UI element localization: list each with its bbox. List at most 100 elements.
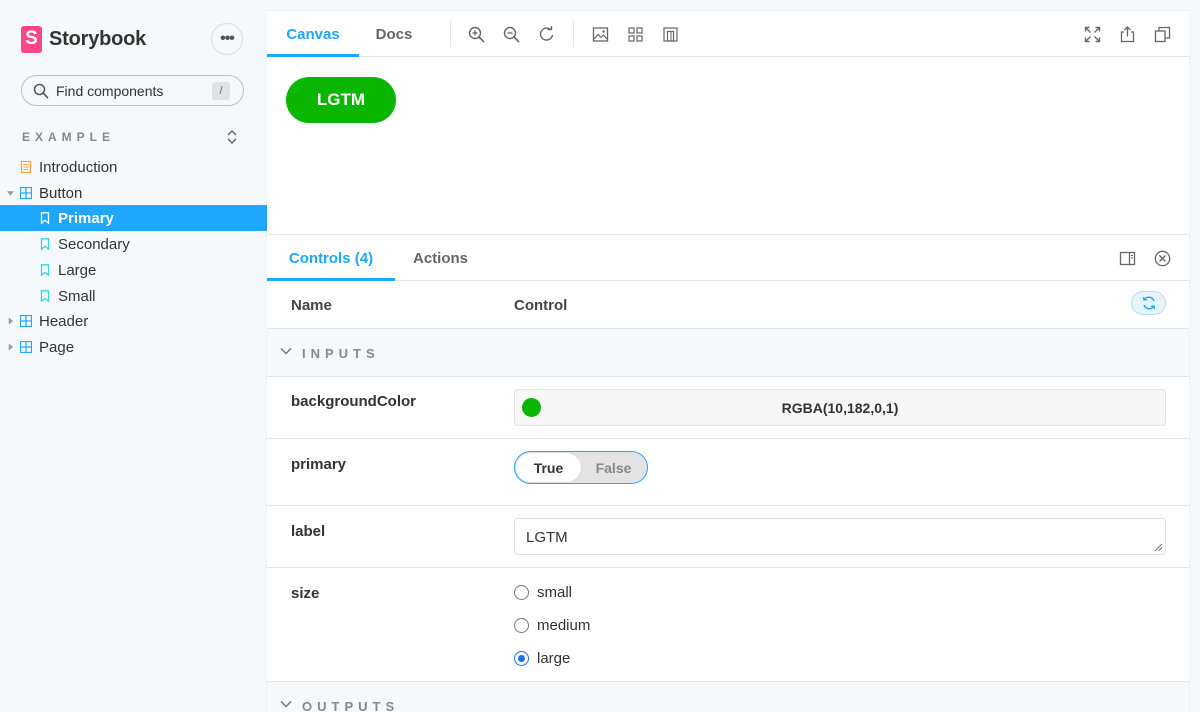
radio-option-large[interactable]: large: [514, 648, 570, 668]
toolbar-divider: [573, 21, 574, 47]
sidebar-item-label: Header: [39, 312, 89, 330]
control-row-size: size small medium large: [267, 568, 1189, 682]
search-input[interactable]: Find components: [56, 83, 163, 99]
outline-icon[interactable]: [662, 26, 679, 43]
bookmark-icon: [40, 238, 50, 250]
resize-handle-icon[interactable]: [1154, 543, 1163, 552]
control-name: size: [291, 585, 320, 602]
background-icon[interactable]: [592, 26, 609, 43]
tab-controls[interactable]: Controls (4): [267, 235, 395, 281]
search-field[interactable]: Find components /: [21, 75, 244, 106]
active-tab-indicator: [267, 54, 359, 57]
sidebar-item-small[interactable]: Small: [0, 283, 267, 309]
control-name: primary: [291, 456, 347, 473]
radio-label: small: [537, 583, 573, 601]
chevron-right-icon[interactable]: [7, 317, 14, 325]
chevron-down-icon: [280, 700, 292, 708]
zoom-in-icon[interactable]: [468, 26, 485, 43]
color-picker-input[interactable]: RGBA(10,182,0,1): [514, 389, 1166, 426]
panel-orientation-icon[interactable]: [1119, 250, 1136, 267]
radio-button[interactable]: [514, 617, 529, 633]
control-name: label: [291, 523, 326, 540]
group-label: INPUTS: [302, 346, 380, 361]
radio-button[interactable]: [514, 650, 529, 666]
tab-label: Controls (4): [288, 249, 374, 267]
refresh-icon: [1142, 296, 1155, 310]
control-row-primary: primary True False: [267, 439, 1189, 506]
main-panel: Canvas Docs LGTM Controls (4) Actions Na…: [267, 11, 1189, 712]
chevron-down-icon: [280, 347, 292, 355]
controls-table-header: Name Control: [267, 281, 1189, 329]
close-icon[interactable]: [1154, 250, 1171, 267]
group-outputs[interactable]: OUTPUTS: [267, 682, 1189, 712]
radio-option-small[interactable]: small: [514, 582, 572, 602]
radio-button[interactable]: [514, 584, 529, 600]
group-label: OUTPUTS: [302, 699, 400, 712]
sidebar-item-label: Introduction: [39, 158, 118, 176]
sidebar-item-primary[interactable]: Primary: [0, 205, 267, 231]
component-icon: [20, 315, 32, 327]
search-icon: [33, 83, 49, 99]
sidebar-item-label: Secondary: [58, 235, 130, 253]
header-control: Control: [514, 297, 568, 314]
control-row-backgroundcolor: backgroundColor RGBA(10,182,0,1): [267, 377, 1189, 439]
expand-collapse-icon[interactable]: [225, 128, 239, 146]
component-icon: [20, 341, 32, 353]
zoom-out-icon[interactable]: [503, 26, 520, 43]
brand[interactable]: S Storybook: [21, 25, 146, 53]
grid-icon[interactable]: [627, 26, 644, 43]
chevron-down-icon[interactable]: [7, 189, 14, 197]
bookmark-icon: [40, 212, 50, 224]
storybook-logo-icon: S: [21, 25, 42, 53]
sidebar: S Storybook ••• Find components / EXAMPL…: [0, 0, 267, 712]
tab-canvas[interactable]: Canvas: [267, 11, 359, 57]
radio-option-medium[interactable]: medium: [514, 615, 590, 635]
toolbar: Canvas Docs: [267, 11, 1189, 57]
addons-panel: Controls (4) Actions Name Control INPUTS…: [267, 234, 1189, 712]
tab-label: Docs: [375, 25, 413, 43]
toolbar-divider: [450, 21, 451, 47]
sidebar-item-page[interactable]: Page: [0, 334, 267, 360]
control-row-label: label LGTM: [267, 506, 1189, 568]
fullscreen-icon[interactable]: [1084, 26, 1101, 43]
sidebar-item-header[interactable]: Header: [0, 308, 267, 334]
section-title: EXAMPLE: [22, 130, 116, 144]
sidebar-item-button[interactable]: Button: [0, 180, 267, 206]
sidebar-item-label: Small: [58, 287, 96, 305]
copy-icon[interactable]: [1154, 26, 1171, 43]
sidebar-item-label: Large: [58, 261, 97, 279]
sidebar-item-large[interactable]: Large: [0, 257, 267, 283]
sidebar-item-label: Primary: [58, 209, 114, 227]
toggle-false[interactable]: False: [581, 453, 646, 482]
group-inputs[interactable]: INPUTS: [267, 329, 1189, 377]
preview-canvas: LGTM: [267, 58, 1189, 234]
document-icon: [20, 161, 32, 173]
brand-name: Storybook: [49, 27, 147, 50]
addon-tabs: Controls (4) Actions: [267, 235, 1189, 281]
tab-actions[interactable]: Actions: [395, 235, 486, 281]
search-shortcut-key: /: [212, 82, 230, 100]
zoom-reset-icon[interactable]: [538, 26, 555, 43]
tab-label: Canvas: [286, 25, 340, 43]
reset-controls-button[interactable]: [1131, 291, 1166, 315]
preview-button[interactable]: LGTM: [286, 77, 396, 123]
tab-docs[interactable]: Docs: [359, 11, 429, 57]
header-name: Name: [291, 297, 332, 314]
tab-label: Actions: [412, 249, 468, 267]
label-textarea[interactable]: LGTM: [514, 518, 1166, 555]
menu-button[interactable]: •••: [211, 23, 243, 55]
bookmark-icon: [40, 264, 50, 276]
share-icon[interactable]: [1119, 26, 1136, 43]
sidebar-item-introduction[interactable]: Introduction: [0, 154, 267, 180]
component-icon: [20, 187, 32, 199]
toggle-true[interactable]: True: [516, 453, 581, 482]
sidebar-item-label: Page: [39, 338, 75, 356]
radio-label: large: [537, 649, 571, 667]
color-value: RGBA(10,182,0,1): [781, 400, 899, 416]
boolean-toggle[interactable]: True False: [514, 451, 648, 484]
radio-label: medium: [537, 616, 591, 634]
chevron-right-icon[interactable]: [7, 343, 14, 351]
sidebar-item-secondary[interactable]: Secondary: [0, 231, 267, 257]
control-name: backgroundColor: [291, 393, 417, 410]
bookmark-icon: [40, 290, 50, 302]
